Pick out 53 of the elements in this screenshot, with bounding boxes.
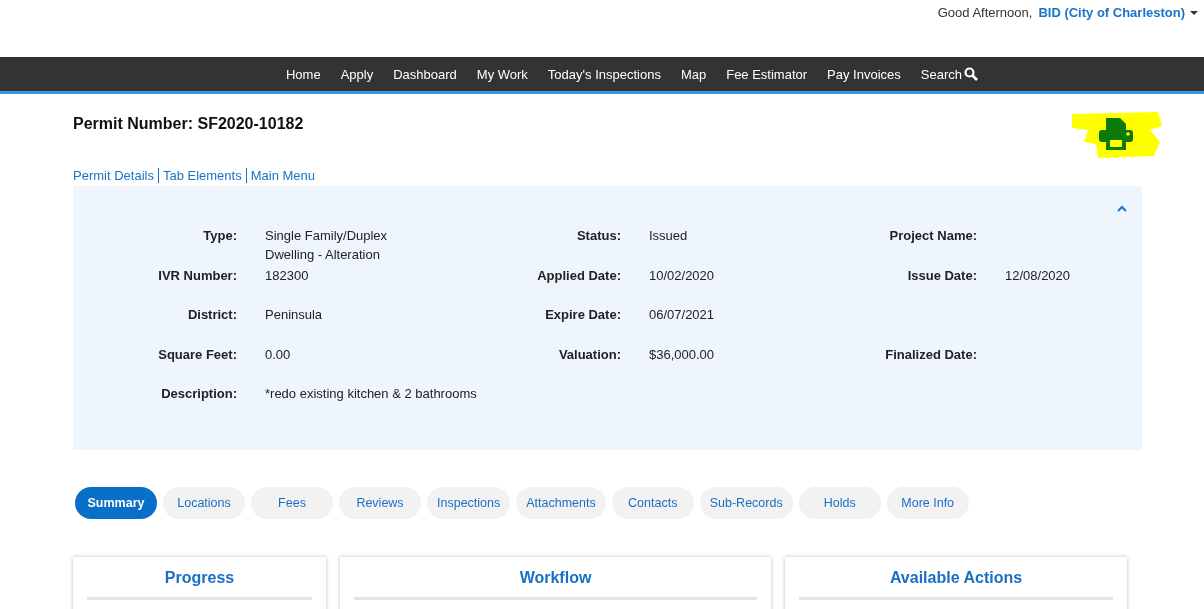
field-value: $36,000.00 bbox=[649, 345, 716, 364]
field-label: Description: bbox=[160, 386, 237, 403]
field-label: District: bbox=[186, 307, 237, 324]
nav-link[interactable]: Apply bbox=[330, 66, 384, 82]
tab[interactable]: Inspections bbox=[427, 487, 511, 519]
field-label: Finalized Date: bbox=[884, 346, 977, 364]
field-label: Project Name: bbox=[888, 228, 977, 245]
tab[interactable]: Sub-Records bbox=[699, 487, 793, 519]
nav-link[interactable]: Home bbox=[275, 66, 331, 82]
field-value: 06/07/2021 bbox=[649, 306, 716, 324]
field-label: Type: bbox=[202, 228, 237, 245]
card-title: Progress bbox=[163, 569, 236, 587]
tab[interactable]: More Info bbox=[886, 487, 969, 519]
field-label: Square Feet: bbox=[157, 346, 237, 364]
tab[interactable]: Contacts bbox=[611, 487, 694, 519]
field-label: Status: bbox=[575, 228, 621, 245]
tab[interactable]: Reviews bbox=[339, 487, 421, 519]
field-value: 182300 bbox=[265, 266, 310, 285]
permit-title: Permit Number: SF2020-10182 bbox=[73, 115, 304, 133]
nav-link[interactable]: Pay Invoices bbox=[817, 66, 911, 82]
search-link[interactable]: Search bbox=[910, 66, 988, 82]
tab[interactable]: Summary bbox=[75, 487, 157, 519]
field-label: Valuation: bbox=[557, 346, 621, 364]
page-link[interactable]: Main Menu bbox=[250, 167, 315, 183]
field-label: IVR Number: bbox=[157, 267, 237, 285]
user-menu[interactable]: BID (City of Charleston) bbox=[1038, 4, 1198, 20]
printer-icon[interactable] bbox=[1096, 116, 1136, 152]
card-title: Workflow bbox=[518, 569, 593, 587]
search-icon bbox=[964, 67, 978, 81]
field-label: Expire Date: bbox=[544, 307, 621, 324]
nav-link[interactable]: My Work bbox=[466, 66, 538, 82]
tab[interactable]: Holds bbox=[798, 487, 881, 519]
tab[interactable]: Locations bbox=[163, 487, 245, 519]
tab[interactable]: Fees bbox=[251, 487, 333, 519]
field-value: 10/02/2020 bbox=[649, 266, 716, 285]
field-value: 12/08/2020 bbox=[1005, 266, 1072, 285]
page-link[interactable]: Permit Details bbox=[73, 167, 154, 183]
nav-link[interactable]: Today's Inspections bbox=[537, 66, 671, 82]
tab[interactable]: Attachments bbox=[516, 487, 606, 519]
field-value: 0.00 bbox=[265, 345, 292, 364]
nav-link[interactable]: Dashboard bbox=[383, 66, 467, 82]
field-value: Peninsula bbox=[265, 306, 324, 324]
field-value: *redo existing kitchen & 2 bathrooms bbox=[265, 385, 478, 403]
field-value: Single Family/Duplex Dwelling - Alteration bbox=[265, 227, 389, 264]
field-label: Issue Date: bbox=[906, 267, 977, 285]
card-title: Available Actions bbox=[888, 569, 1024, 587]
collapse-icon[interactable] bbox=[1116, 204, 1128, 212]
page-link[interactable]: Tab Elements bbox=[162, 167, 242, 183]
field-value: Issued bbox=[649, 227, 689, 245]
nav-link[interactable]: Fee Estimator bbox=[716, 66, 818, 82]
greeting-text: Good Afternoon, bbox=[937, 4, 1033, 20]
nav-link[interactable]: Map bbox=[670, 66, 717, 82]
field-label: Applied Date: bbox=[536, 267, 621, 285]
